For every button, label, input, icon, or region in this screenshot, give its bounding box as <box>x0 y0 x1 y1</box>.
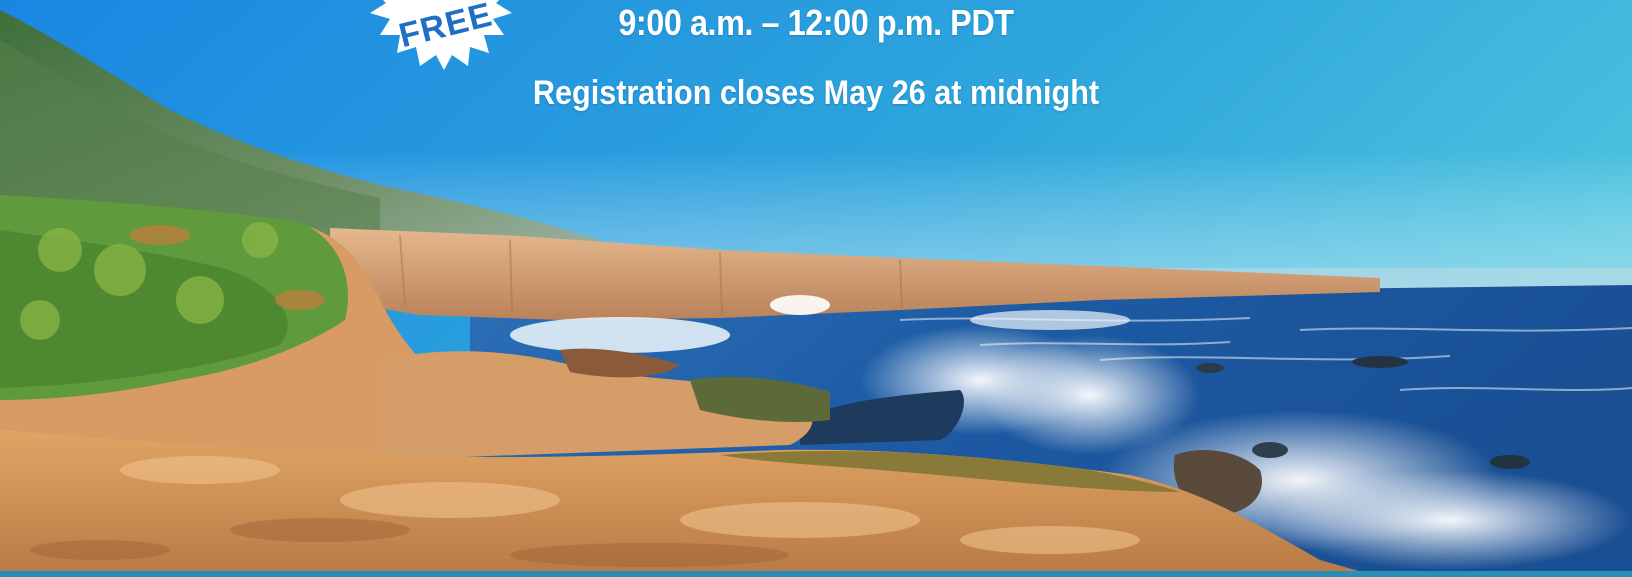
event-banner: FREE 9:00 a.m. – 12:00 p.m. PDT Registra… <box>0 0 1632 577</box>
registration-deadline: Registration closes May 26 at midnight <box>532 74 1100 112</box>
event-time: 9:00 a.m. – 12:00 p.m. PDT <box>618 2 1014 43</box>
bottom-accent-bar <box>0 571 1632 577</box>
